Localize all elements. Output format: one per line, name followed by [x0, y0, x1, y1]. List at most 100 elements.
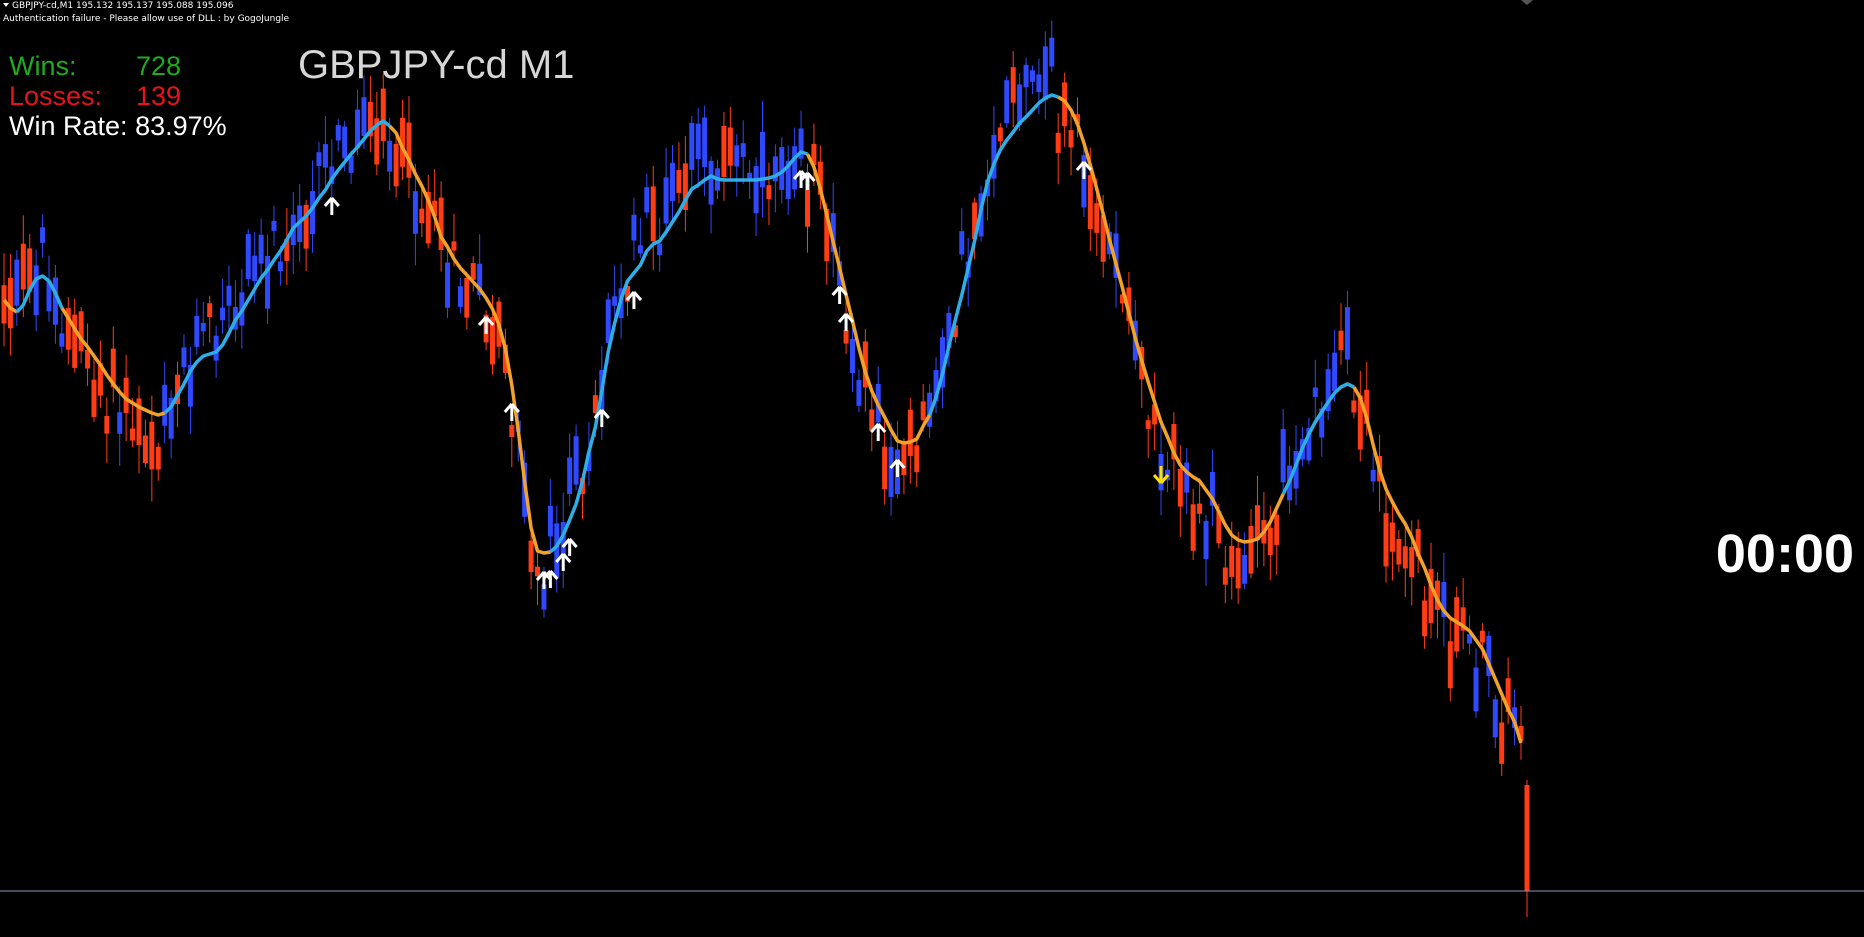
candle [856, 369, 862, 413]
losses-value: 139 [136, 81, 182, 111]
candle [1357, 370, 1363, 462]
chart-shift-marker-icon[interactable] [1521, 0, 1533, 5]
candle [1344, 290, 1350, 375]
candle [888, 422, 894, 516]
candle [1325, 353, 1331, 421]
wins-stat: Wins: 728 [9, 51, 181, 81]
candle [882, 420, 888, 505]
candle [46, 255, 52, 322]
candle [689, 115, 695, 193]
winrate-value: 83.97% [135, 111, 227, 141]
wins-value: 728 [136, 51, 182, 81]
auth-warning-line: Authentication failure - Please allow us… [3, 14, 290, 24]
candle [142, 419, 148, 468]
symbol-info-text: GBPJPY-cd,M1 195.132 195.137 195.088 195… [12, 1, 234, 11]
candle [162, 362, 168, 444]
candle [1010, 51, 1016, 128]
candle [766, 162, 772, 226]
candle [727, 106, 733, 182]
candle [670, 145, 676, 221]
candle [682, 136, 688, 232]
candle [753, 157, 759, 237]
candle [303, 200, 309, 271]
candle [316, 141, 322, 196]
candle [894, 420, 900, 499]
candle [1389, 503, 1395, 581]
candle [1383, 484, 1389, 583]
candle [1023, 57, 1029, 114]
candle [785, 145, 791, 215]
candle [695, 108, 701, 188]
candle [1164, 451, 1170, 492]
candle [393, 131, 399, 198]
candle [335, 118, 341, 152]
wins-label: Wins: [9, 51, 77, 81]
candle [1422, 586, 1428, 649]
candle [85, 323, 91, 386]
candle [1184, 447, 1190, 514]
candle [232, 279, 238, 342]
candles-layer [1, 20, 1530, 917]
candle [104, 397, 110, 464]
candle [117, 386, 123, 466]
candle [676, 142, 682, 204]
symbol-info-line: GBPJPY-cd,M1 195.132 195.137 195.088 195… [3, 1, 233, 12]
candle [567, 433, 573, 507]
price-chart[interactable] [0, 0, 1864, 937]
candle [1441, 552, 1447, 647]
signals-layer [323, 161, 1170, 589]
candle [1004, 76, 1010, 128]
candle [155, 442, 161, 481]
candle [187, 346, 193, 434]
candle [1222, 545, 1228, 604]
candle [1274, 508, 1280, 575]
candle [136, 385, 142, 474]
candle [322, 116, 328, 194]
candle [650, 166, 656, 271]
candle [708, 156, 714, 234]
candle [284, 208, 290, 286]
candle [663, 147, 669, 237]
candle [457, 278, 463, 314]
candle [425, 174, 431, 249]
candle [97, 340, 103, 408]
candle [1203, 515, 1209, 586]
candle [1492, 695, 1498, 749]
winrate-stat: Win Rate: 83.97% [9, 111, 227, 141]
candle [72, 298, 78, 373]
candle [1312, 359, 1318, 419]
candle [1254, 475, 1260, 568]
candle [194, 298, 200, 355]
candle [220, 278, 226, 335]
candle [637, 217, 643, 259]
candle [1460, 578, 1466, 650]
candle [40, 214, 46, 258]
candle [1029, 65, 1035, 95]
candle [959, 208, 965, 261]
candle [914, 436, 920, 488]
losses-stat: Losses: 139 [9, 81, 181, 111]
candle [1049, 20, 1055, 72]
candle [1235, 531, 1241, 604]
candle [14, 250, 20, 326]
candle [734, 134, 740, 197]
candle [798, 110, 804, 167]
candle [1055, 113, 1061, 185]
candle [445, 247, 451, 318]
winrate-label: Win Rate: [9, 111, 128, 141]
candle [110, 326, 116, 403]
chart-window[interactable]: GBPJPY-cd,M1 195.132 195.137 195.088 195… [0, 0, 1864, 937]
collapse-triangle-icon[interactable] [3, 3, 9, 7]
arrow-up-icon [799, 172, 816, 190]
ma-segment-up [163, 119, 391, 415]
arrow-up-icon [323, 197, 340, 215]
candle [200, 301, 206, 347]
candle [464, 271, 470, 330]
candle [1145, 414, 1151, 458]
candle [181, 334, 187, 375]
candle [33, 249, 39, 332]
bar-countdown-timer: 00:00 [1715, 524, 1854, 584]
candle [59, 312, 65, 354]
candle [1402, 522, 1408, 598]
candle [1473, 648, 1479, 718]
